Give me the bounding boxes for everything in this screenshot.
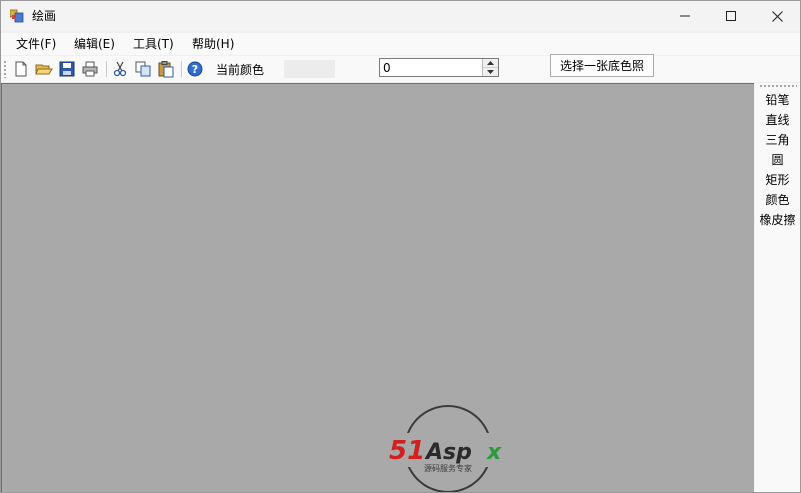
close-icon: [771, 10, 783, 22]
title-bar[interactable]: 绘画: [1, 1, 800, 31]
tool-color[interactable]: 颜色: [755, 193, 800, 207]
tool-rectangle[interactable]: 矩形: [755, 173, 800, 187]
print-icon[interactable]: [81, 60, 99, 78]
toolbar-separator: [106, 61, 107, 77]
tool-strip: 铅笔 直线 三角 圆 矩形 颜色 橡皮擦: [755, 83, 800, 492]
chevron-up-icon: [487, 61, 494, 65]
select-background-button[interactable]: 选择一张底色照: [550, 54, 654, 77]
watermark-brand-asp: Asp: [424, 440, 472, 465]
close-button[interactable]: [754, 1, 800, 31]
stepper-up-button[interactable]: [483, 59, 498, 68]
tool-strip-grip[interactable]: [759, 85, 797, 87]
toolbar-grip[interactable]: [4, 60, 6, 78]
maximize-button[interactable]: [708, 1, 754, 31]
save-icon[interactable]: [58, 60, 76, 78]
menu-help[interactable]: 帮助(H): [192, 37, 234, 51]
pen-width-value[interactable]: 0: [383, 61, 391, 75]
stepper-buttons: [482, 59, 498, 76]
copy-icon[interactable]: [134, 60, 152, 78]
current-color-swatch[interactable]: [284, 60, 335, 78]
current-color-label: 当前颜色: [216, 63, 265, 77]
cut-icon[interactable]: [111, 60, 129, 78]
paste-icon[interactable]: [157, 60, 175, 78]
pen-width-stepper[interactable]: 0: [379, 58, 499, 77]
toolbar-separator: [181, 61, 182, 77]
menu-edit[interactable]: 编辑(E): [74, 37, 115, 51]
tool-pencil[interactable]: 铅笔: [755, 93, 800, 107]
watermark-logo: 51 Asp x 源码服务专家: [389, 405, 510, 492]
watermark-brand-x: x: [486, 440, 502, 465]
tool-eraser[interactable]: 橡皮擦: [755, 213, 800, 227]
window-title: 绘画: [32, 9, 57, 23]
new-file-icon[interactable]: [12, 60, 30, 78]
menu-tools[interactable]: 工具(T): [133, 37, 174, 51]
maximize-icon: [726, 11, 736, 21]
watermark-tagline: 源码服务专家: [424, 463, 472, 473]
app-icon: [10, 9, 24, 23]
watermark-brand-51: 51: [389, 436, 425, 466]
chevron-down-icon: [487, 70, 494, 74]
app-window: 绘画 文件(F) 编辑(E) 工具(T) 帮助(H) ? 当前颜色 0 选择一张…: [0, 0, 801, 493]
menu-file[interactable]: 文件(F): [16, 37, 56, 51]
tool-triangle[interactable]: 三角: [755, 133, 800, 147]
minimize-icon: [680, 15, 690, 17]
tool-line[interactable]: 直线: [755, 113, 800, 127]
tool-circle[interactable]: 圆: [755, 153, 800, 167]
svg-text:?: ?: [192, 63, 198, 76]
drawing-canvas[interactable]: [1, 83, 754, 492]
help-icon[interactable]: ?: [186, 60, 204, 78]
open-folder-icon[interactable]: [35, 60, 53, 78]
menu-bar: 文件(F) 编辑(E) 工具(T) 帮助(H): [1, 33, 800, 55]
minimize-button[interactable]: [662, 1, 708, 31]
toolbar: ? 当前颜色 0: [1, 56, 800, 82]
stepper-down-button[interactable]: [483, 68, 498, 76]
